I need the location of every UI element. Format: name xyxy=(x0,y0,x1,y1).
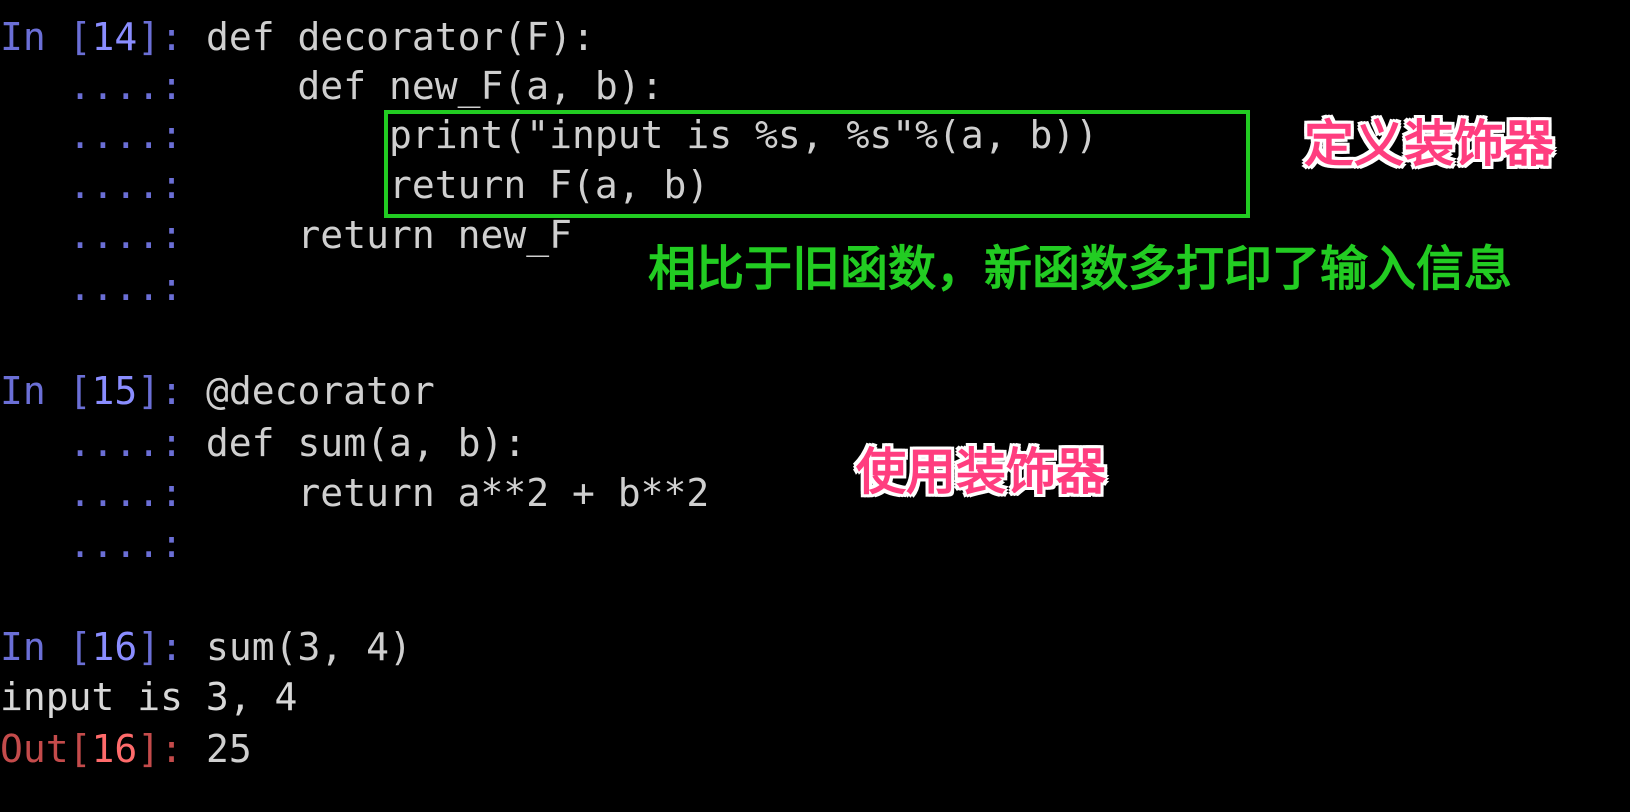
annotation-define-decorator: 定义装饰器 xyxy=(1304,115,1554,173)
continuation-prompt: ....: xyxy=(0,163,184,207)
cell-14-line-2: ....: def new_F(a, b): xyxy=(0,61,664,112)
cell-14-line-1: In [14]: def decorator(F): xyxy=(0,12,595,63)
in-prompt-suffix: ]: xyxy=(137,369,184,413)
cell-14-line-6: ....: xyxy=(0,262,206,313)
in-prompt-suffix: ]: xyxy=(137,625,184,669)
continuation-prompt: ....: xyxy=(0,471,184,515)
continuation-prompt: ....: xyxy=(0,421,184,465)
code-line: def new_F(a, b): xyxy=(205,64,664,108)
cell-15-line-4: ....: xyxy=(0,519,206,570)
result-value: 25 xyxy=(205,727,252,771)
cell-15-line-1: In [15]: @decorator xyxy=(0,366,435,417)
cell-15-line-3: ....: return a**2 + b**2 xyxy=(0,468,710,519)
continuation-prompt: ....: xyxy=(0,113,184,157)
code-line: return a**2 + b**2 xyxy=(205,471,710,515)
stdout-line: input is 3, 4 xyxy=(0,675,298,719)
code-line: sum(3, 4) xyxy=(205,625,412,669)
code-line: @decorator xyxy=(205,369,435,413)
cell-number: 15 xyxy=(91,369,138,413)
highlight-box xyxy=(384,110,1250,218)
continuation-prompt: ....: xyxy=(0,64,184,108)
continuation-prompt: ....: xyxy=(0,265,184,309)
cell-16-line-1: In [16]: sum(3, 4) xyxy=(0,622,412,673)
code-line: def sum(a, b): xyxy=(205,421,527,465)
continuation-prompt: ....: xyxy=(0,522,184,566)
cell-number: 14 xyxy=(91,15,138,59)
ipython-terminal: In [14]: def decorator(F): ....: def new… xyxy=(0,0,1630,812)
out-prompt: Out[ xyxy=(0,727,92,771)
code-line: return new_F xyxy=(205,213,572,257)
out-number: 16 xyxy=(91,727,138,771)
annotation-explanation: 相比于旧函数，新函数多打印了输入信息 xyxy=(648,241,1513,297)
code-line: def decorator(F): xyxy=(205,15,595,59)
out-line: Out[16]: 25 xyxy=(0,724,252,775)
cell-15-line-2: ....: def sum(a, b): xyxy=(0,418,527,469)
in-prompt: In [ xyxy=(0,625,92,669)
continuation-prompt: ....: xyxy=(0,213,184,257)
in-prompt: In [ xyxy=(0,15,92,59)
cell-number: 16 xyxy=(91,625,138,669)
in-prompt: In [ xyxy=(0,369,92,413)
out-prompt-suffix: ]: xyxy=(137,727,184,771)
in-prompt-suffix: ]: xyxy=(137,15,184,59)
annotation-use-decorator: 使用装饰器 xyxy=(856,443,1106,501)
